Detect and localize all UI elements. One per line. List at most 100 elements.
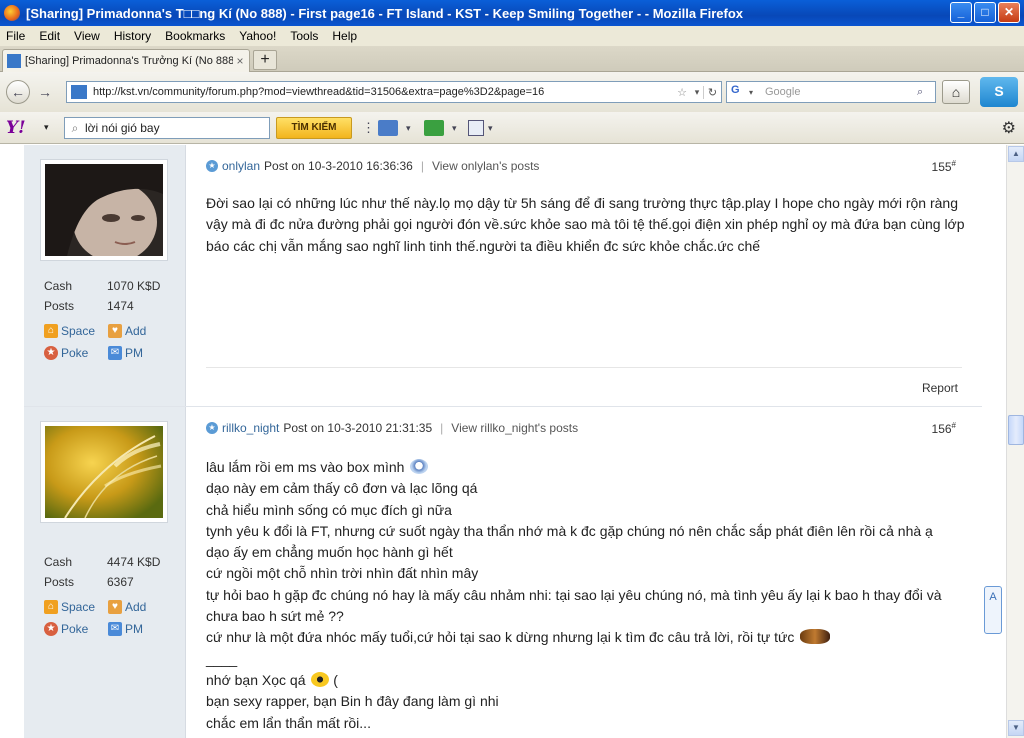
widget-dropdown-icon[interactable]: ▾ [452,123,457,139]
gear-icon[interactable]: ⚙ [1002,118,1016,138]
new-tab-button[interactable]: + [253,50,277,70]
window-title: [Sharing] Primadonna's T□□ng Kí (No 888)… [26,5,744,21]
menu-help[interactable]: Help [332,29,357,43]
menu-edit[interactable]: Edit [39,29,60,43]
space-link[interactable]: ⌂ Space [44,600,95,614]
user-status-icon: ★ [206,160,218,172]
add-friend-link[interactable]: ♥ Add [108,324,146,338]
back-button[interactable]: ← [6,80,30,104]
post-line: dạo ấy em chẳng muốn học hành gì hết [206,544,453,561]
pm-link[interactable]: ✉ PM [108,346,143,360]
poke-link[interactable]: ★ Poke [44,622,88,636]
pm-link[interactable]: ✉ PM [108,622,143,636]
reload-icon[interactable]: ↻ [703,85,721,99]
view-user-posts-link[interactable]: View rillko_night's posts [451,421,578,435]
mail-icon: ✉ [108,346,122,360]
address-bar[interactable]: http://kst.vn/community/forum.php?mod=vi… [66,81,722,103]
skype-icon[interactable]: S [980,77,1018,107]
bookmark-star-icon[interactable]: ☆ [673,86,691,99]
avatar[interactable] [40,421,168,523]
menu-bar: File Edit View History Bookmarks Yahoo! … [0,26,1024,46]
address-url[interactable]: http://kst.vn/community/forum.php?mod=vi… [93,86,673,98]
poke-label: Poke [61,346,89,360]
pm-label: PM [125,346,143,360]
poke-icon: ★ [44,346,58,360]
post-body: lâu lắm rồi em ms vào box mình dạo này e… [206,457,958,734]
web-search-box[interactable]: G ▾ Google ⌕ [726,81,936,103]
google-icon[interactable]: G [731,84,749,100]
bookmarks-dropdown-icon[interactable]: ▾ [488,123,493,139]
close-button[interactable]: ✕ [998,2,1020,23]
scroll-down-icon[interactable]: ▼ [1008,720,1024,736]
yahoo-dropdown-icon[interactable]: ▾ [44,122,49,133]
posts-label: Posts [44,299,75,313]
search-icon: ⌕ [71,120,79,135]
yahoo-search-value[interactable]: lời nói gió bay [85,121,160,135]
post-line: nhớ bạn Xọc qá ( [206,670,958,691]
search-placeholder[interactable]: Google [761,86,917,98]
poke-label: Poke [61,622,89,636]
scroll-thumb[interactable] [1008,415,1024,445]
cash-label: Cash [44,279,73,293]
menu-view[interactable]: View [74,29,100,43]
user-status-icon: ★ [206,422,218,434]
history-dropdown-icon[interactable]: ▾ [691,87,703,98]
post-line: tự hỏi bao h gặp đc chúng nó hay là mấy … [206,586,942,603]
cash-stat: Cash 1070 K$D [44,279,160,293]
post-line: chưa bao h sứt mẻ ?? [206,608,344,625]
maximize-button[interactable]: □ [974,2,996,23]
site-favicon [7,54,21,68]
tab-close-icon[interactable]: × [233,54,247,68]
separator: | [440,421,444,435]
post-line: cứ ngồi một chỗ nhìn trời nhìn đất nhìn … [206,565,479,582]
space-link[interactable]: ⌂ Space [44,324,95,338]
space-label: Space [61,324,96,338]
report-link[interactable]: Report [922,381,958,395]
mail-dropdown-icon[interactable]: ▾ [406,123,411,139]
minimize-button[interactable]: _ [950,2,972,23]
menu-history[interactable]: History [114,29,151,43]
post-number-sup: # [951,421,956,430]
home-icon: ⌂ [44,600,58,614]
widget-icon[interactable] [424,120,444,136]
posts-value: 6367 [107,575,134,589]
handshake-icon: ♥ [108,324,122,338]
post-author[interactable]: onlylan [222,159,260,173]
menu-yahoo[interactable]: Yahoo! [239,29,276,43]
posts-stat: Posts 1474 [44,299,134,313]
post-time: Post on 10-3-2010 21:31:35 [283,421,433,435]
floating-side-widget[interactable]: A [984,586,1002,634]
post-line: vậy mà đi đc nửa đường phải gọi người đó… [206,216,965,233]
avatar[interactable] [40,159,168,262]
menu-bookmarks[interactable]: Bookmarks [165,29,225,43]
tab-current[interactable]: [Sharing] Primadonna's Trưởng Kí (No 888… [2,49,250,72]
post-header: ★ onlylan Post on 10-3-2010 16:36:36 | V… [206,159,539,173]
yahoo-search-button[interactable]: TÌM KIẾM [276,117,352,139]
vertical-scrollbar[interactable]: ▲ ▼ [1006,145,1024,738]
search-engine-dropdown-icon[interactable]: ▾ [749,88,761,97]
post-body: Đời sao lại có những lúc như thế này.lọ … [206,193,965,257]
poke-link[interactable]: ★ Poke [44,346,88,360]
menu-file[interactable]: File [6,29,25,43]
post-number[interactable]: 155# [932,159,956,174]
view-user-posts-link[interactable]: View onlylan's posts [432,159,539,173]
firefox-icon [4,5,20,21]
post-number-value: 155 [931,160,952,174]
mail-icon[interactable] [378,120,398,136]
post-line: cứ như là một đứa nhóc mấy tuổi,cứ hỏi t… [206,627,958,648]
yahoo-logo[interactable]: Y! [6,118,26,138]
grin-emoticon-icon [410,459,429,474]
post-number[interactable]: 156# [932,421,956,436]
add-friend-link[interactable]: ♥ Add [108,600,146,614]
post-line-text: nhớ bạn Xọc qá [206,671,306,688]
post-author[interactable]: rillko_night [222,421,279,435]
forward-button[interactable]: → [34,81,56,103]
yahoo-search-input[interactable]: ⌕ lời nói gió bay [64,117,270,139]
menu-tools[interactable]: Tools [290,29,318,43]
scroll-up-icon[interactable]: ▲ [1008,146,1024,162]
posts-stat: Posts 6367 [44,575,134,589]
home-button[interactable]: ⌂ [942,80,970,104]
bookmarks-icon[interactable] [468,120,484,136]
post-line: lâu lắm rồi em ms vào box mình [206,457,958,478]
search-icon[interactable]: ⌕ [917,86,935,99]
